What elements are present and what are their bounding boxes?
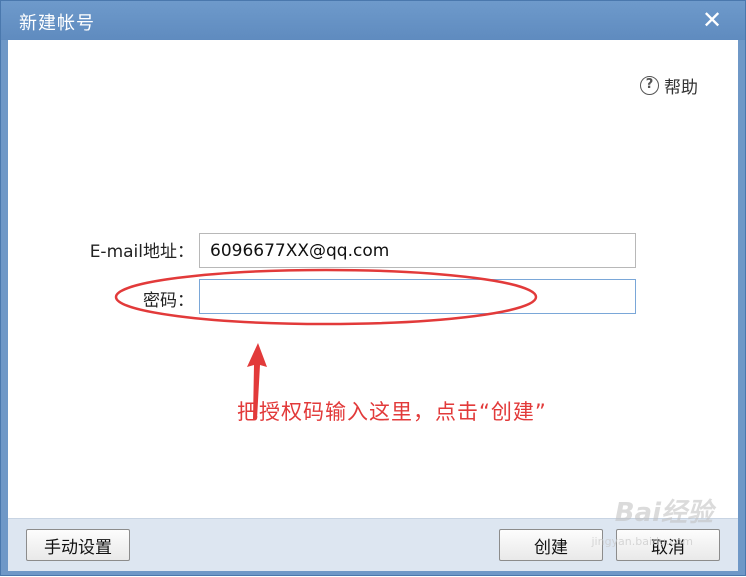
password-label: 密码：	[143, 291, 194, 311]
watermark-logo: Bai经验	[614, 498, 713, 528]
dialog-title: 新建帐号	[19, 13, 95, 34]
title-bar[interactable]: 新建帐号 ✕	[1, 1, 745, 40]
email-label: E-mail地址：	[89, 242, 194, 262]
password-field[interactable]	[199, 279, 636, 314]
dialog-body: ? 帮助 E-mail地址： 密码：	[8, 40, 738, 518]
new-account-dialog: 新建帐号 ✕ ? 帮助 E-mail地址： 密码： 把授权码输入这里，点击“创建…	[0, 0, 746, 576]
watermark-url: jingyan.baidu.com	[591, 535, 693, 548]
annotation-text: 把授权码输入这里，点击“创建”	[237, 400, 547, 424]
close-icon[interactable]: ✕	[699, 7, 725, 33]
help-link[interactable]: ? 帮助	[640, 73, 698, 98]
create-button[interactable]: 创建	[499, 529, 603, 561]
email-field[interactable]	[199, 233, 636, 268]
help-label: 帮助	[664, 77, 698, 98]
help-circle-icon: ?	[640, 75, 659, 95]
manual-settings-button[interactable]: 手动设置	[26, 529, 130, 561]
